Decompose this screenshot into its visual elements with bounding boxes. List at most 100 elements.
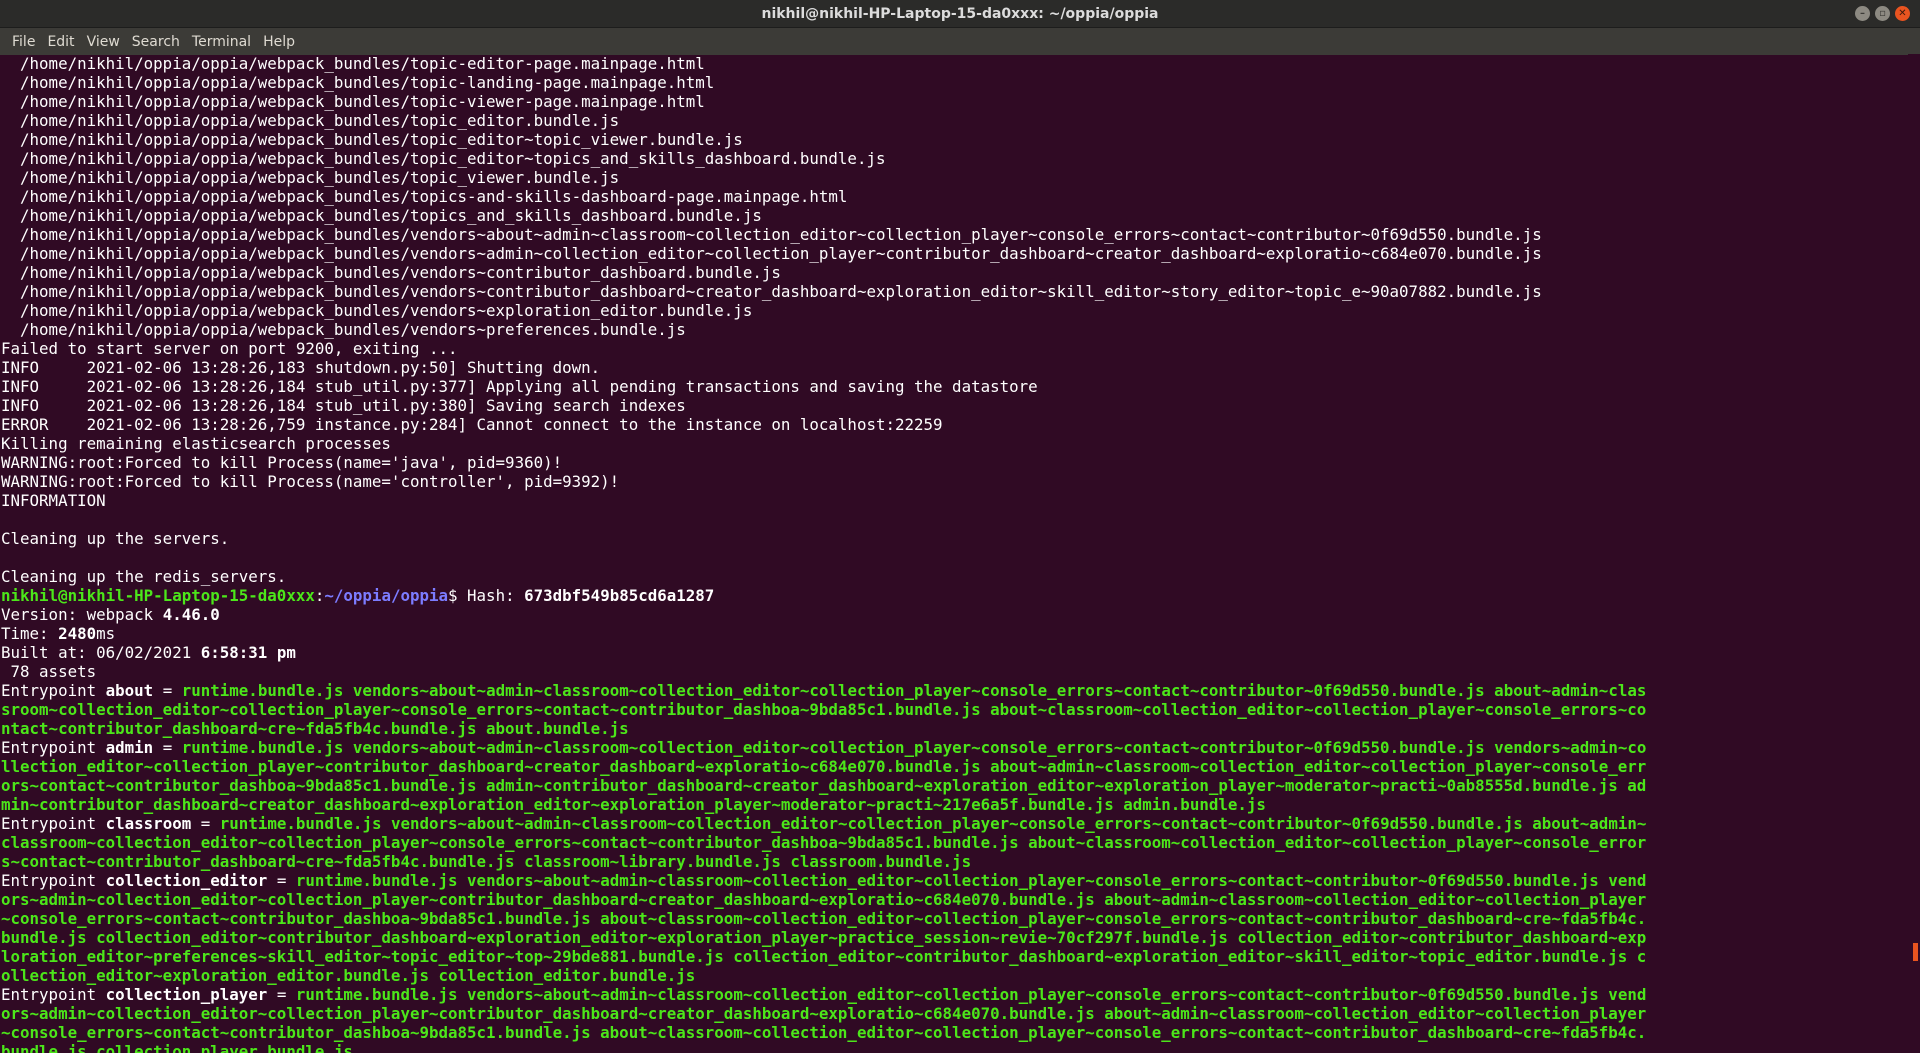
terminal-line: /home/nikhil/oppia/oppia/webpack_bundles…: [1, 54, 1908, 73]
terminal-text: min~contributor_dashboard~creator_dashbo…: [1, 795, 1266, 814]
terminal-text: Failed to start server on port 9200, exi…: [1, 339, 458, 358]
terminal-line: /home/nikhil/oppia/oppia/webpack_bundles…: [1, 187, 1908, 206]
terminal-output[interactable]: /home/nikhil/oppia/oppia/webpack_bundles…: [0, 54, 1908, 1053]
terminal-text: INFO 2021-02-06 13:28:26,184 stub_util.p…: [1, 377, 1038, 396]
terminal-line: bundle.js collection_player.bundle.js: [1, 1042, 1908, 1053]
terminal-text: Killing remaining elasticsearch processe…: [1, 434, 391, 453]
terminal-text: /home/nikhil/oppia/oppia/webpack_bundles…: [1, 225, 1542, 244]
terminal-text: Time:: [1, 624, 59, 643]
terminal-line: Entrypoint admin = runtime.bundle.js ven…: [1, 738, 1908, 757]
terminal-text: /home/nikhil/oppia/oppia/webpack_bundles…: [1, 263, 781, 282]
terminal-text: /home/nikhil/oppia/oppia/webpack_bundles…: [1, 206, 762, 225]
terminal-text: runtime.bundle.js vendors~about~admin~cl…: [219, 814, 1647, 833]
terminal-text: WARNING:root:Forced to kill Process(name…: [1, 472, 620, 491]
terminal-line: ERROR 2021-02-06 13:28:26,759 instance.p…: [1, 415, 1908, 434]
window-controls: – ▫ ✕: [1855, 6, 1910, 21]
minimize-button[interactable]: –: [1855, 6, 1870, 21]
terminal-text: /home/nikhil/oppia/oppia/webpack_bundles…: [1, 187, 848, 206]
terminal-line: /home/nikhil/oppia/oppia/webpack_bundles…: [1, 92, 1908, 111]
terminal-text: ~/oppia/oppia: [324, 586, 449, 605]
terminal-text: :: [314, 586, 325, 605]
terminal-text: ERROR 2021-02-06 13:28:26,759 instance.p…: [1, 415, 943, 434]
window-title: nikhil@nikhil-HP-Laptop-15-da0xxx: ~/opp…: [761, 5, 1159, 22]
terminal-text: INFORMATION: [1, 491, 106, 510]
terminal-text: collection_player: [105, 985, 268, 1004]
terminal-line: sroom~collection_editor~collection_playe…: [1, 700, 1908, 719]
terminal-text: Entrypoint: [1, 681, 106, 700]
terminal-text: llection_editor~collection_player~contri…: [1, 757, 1647, 776]
terminal-text: /home/nikhil/oppia/oppia/webpack_bundles…: [1, 54, 705, 73]
menu-edit[interactable]: Edit: [41, 34, 80, 50]
window-titlebar[interactable]: nikhil@nikhil-HP-Laptop-15-da0xxx: ~/opp…: [0, 0, 1920, 28]
terminal-text: runtime.bundle.js vendors~about~admin~cl…: [181, 738, 1647, 757]
terminal-text: loration_editor~preferences~skill_editor…: [1, 947, 1647, 966]
terminal-text: WARNING:root:Forced to kill Process(name…: [1, 453, 563, 472]
terminal-text: Entrypoint: [1, 814, 106, 833]
terminal-text: collection_editor: [105, 871, 268, 890]
terminal-line: /home/nikhil/oppia/oppia/webpack_bundles…: [1, 73, 1908, 92]
terminal-text: bundle.js collection_player.bundle.js: [1, 1042, 353, 1053]
terminal-line: s~contact~contributor_dashboard~cre~fda5…: [1, 852, 1908, 871]
terminal-text: =: [153, 738, 182, 757]
menu-help[interactable]: Help: [257, 34, 301, 50]
terminal-line: /home/nikhil/oppia/oppia/webpack_bundles…: [1, 301, 1908, 320]
terminal-text: /home/nikhil/oppia/oppia/webpack_bundles…: [1, 168, 620, 187]
terminal-text: Cleaning up the redis_servers.: [1, 567, 287, 586]
terminal-line: INFO 2021-02-06 13:28:26,184 stub_util.p…: [1, 377, 1908, 396]
close-button[interactable]: ✕: [1895, 6, 1910, 21]
terminal-text: ors~admin~collection_editor~collection_p…: [1, 1004, 1647, 1023]
terminal-line: Entrypoint classroom = runtime.bundle.js…: [1, 814, 1908, 833]
terminal-line: Built at: 06/02/2021 6:58:31 pm: [1, 643, 1908, 662]
terminal-line: Cleaning up the servers.: [1, 529, 1908, 548]
terminal-line: ~console_errors~contact~contributor_dash…: [1, 1023, 1908, 1042]
terminal-text: ollection_editor~exploration_editor.bund…: [1, 966, 696, 985]
terminal-text: Version: webpack: [1, 605, 163, 624]
terminal-line: /home/nikhil/oppia/oppia/webpack_bundles…: [1, 168, 1908, 187]
terminal-text: ors~admin~collection_editor~collection_p…: [1, 890, 1647, 909]
terminal-line: Entrypoint collection_player = runtime.b…: [1, 985, 1908, 1004]
terminal-scrollbar[interactable]: [1908, 54, 1920, 1053]
terminal-line: ors~contact~contributor_dashboa~9bda85c1…: [1, 776, 1908, 795]
terminal-text: classroom~collection_editor~collection_p…: [1, 833, 1647, 852]
terminal-line: ors~admin~collection_editor~collection_p…: [1, 890, 1908, 909]
terminal-text: Entrypoint: [1, 985, 106, 1004]
terminal-text: 2480: [58, 624, 97, 643]
terminal-text: Cleaning up the servers.: [1, 529, 230, 548]
menu-file[interactable]: File: [6, 34, 41, 50]
terminal-line: bundle.js collection_editor~contributor_…: [1, 928, 1908, 947]
terminal-text: ntact~contributor_dashboard~cre~fda5fb4c…: [1, 719, 629, 738]
menu-terminal[interactable]: Terminal: [186, 34, 257, 50]
terminal-line: /home/nikhil/oppia/oppia/webpack_bundles…: [1, 225, 1908, 244]
terminal-line: Entrypoint collection_editor = runtime.b…: [1, 871, 1908, 890]
terminal-text: /home/nikhil/oppia/oppia/webpack_bundles…: [1, 73, 715, 92]
terminal-text: runtime.bundle.js vendors~about~admin~cl…: [295, 871, 1647, 890]
terminal-line: ntact~contributor_dashboard~cre~fda5fb4c…: [1, 719, 1908, 738]
terminal-line: INFORMATION: [1, 491, 1908, 510]
terminal-line: INFO 2021-02-06 13:28:26,184 stub_util.p…: [1, 396, 1908, 415]
maximize-button[interactable]: ▫: [1875, 6, 1890, 21]
terminal-line: Killing remaining elasticsearch processe…: [1, 434, 1908, 453]
terminal-text: /home/nikhil/oppia/oppia/webpack_bundles…: [1, 130, 743, 149]
terminal-line: INFO 2021-02-06 13:28:26,183 shutdown.py…: [1, 358, 1908, 377]
terminal-text: =: [191, 814, 220, 833]
menu-view[interactable]: View: [81, 34, 126, 50]
terminal-line: /home/nikhil/oppia/oppia/webpack_bundles…: [1, 206, 1908, 225]
terminal-text: ~console_errors~contact~contributor_dash…: [1, 1023, 1647, 1042]
terminal-line: Failed to start server on port 9200, exi…: [1, 339, 1908, 358]
terminal-text: Built at: 06/02/2021: [1, 643, 201, 662]
terminal-text: 78 assets: [1, 662, 97, 681]
terminal-line: ~console_errors~contact~contributor_dash…: [1, 909, 1908, 928]
terminal-text: Entrypoint: [1, 871, 106, 890]
terminal-line: Cleaning up the redis_servers.: [1, 567, 1908, 586]
terminal-text: INFO 2021-02-06 13:28:26,183 shutdown.py…: [1, 358, 601, 377]
terminal-text: 4.46.0: [162, 605, 220, 624]
terminal-text: sroom~collection_editor~collection_playe…: [1, 700, 1647, 719]
menu-bar: File Edit View Search Terminal Help: [0, 28, 1920, 55]
scrollbar-thumb[interactable]: [1913, 943, 1918, 961]
menu-search[interactable]: Search: [126, 34, 186, 50]
terminal-text: =: [153, 681, 182, 700]
terminal-text: admin: [105, 738, 154, 757]
minimize-icon: –: [1860, 7, 1865, 19]
